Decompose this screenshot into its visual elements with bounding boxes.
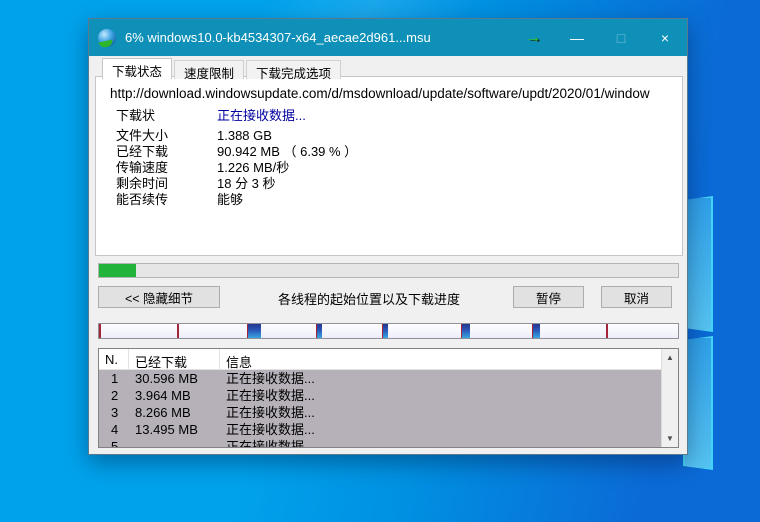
threads-caption: 各线程的起始位置以及下载进度	[229, 289, 509, 308]
minimize-button[interactable]: —	[555, 19, 599, 56]
cell-n: 5	[99, 438, 129, 448]
table-row-partial[interactable]: 5 正在接收数据...	[99, 438, 661, 448]
thread-progress-bar	[98, 323, 679, 339]
cell-n: 2	[99, 387, 129, 404]
window-title: 6% windows10.0-kb4534307-x64_aecae2d961.…	[125, 30, 525, 45]
tab-strip: 下载状态 速度限制 下载完成选项	[89, 58, 687, 79]
field-row-downloaded: 已经下载 90.942 MB （ 6.39 % ）	[116, 144, 357, 160]
table-row[interactable]: 4 13.495 MB 正在接收数据...	[99, 421, 661, 438]
overall-progress-fill	[99, 264, 136, 277]
thread-downloaded-block	[248, 324, 260, 338]
vertical-scrollbar[interactable]: ▲ ▼	[661, 349, 678, 447]
cell-downloaded: 13.495 MB	[129, 421, 220, 438]
field-value-downloaded: 90.942 MB （ 6.39 % ）	[217, 144, 357, 160]
close-button[interactable]: ×	[643, 19, 687, 56]
field-value-resume: 能够	[217, 192, 243, 208]
tab-speed-limit[interactable]: 速度限制	[174, 60, 244, 79]
titlebar[interactable]: 6% windows10.0-kb4534307-x64_aecae2d961.…	[89, 19, 687, 56]
pause-button[interactable]: 暂停	[513, 286, 584, 308]
cell-downloaded: 30.596 MB	[129, 370, 220, 387]
field-label: 能否续传	[116, 192, 217, 208]
desktop-wallpaper: 6% windows10.0-kb4534307-x64_aecae2d961.…	[0, 0, 760, 522]
thread-start-marker	[606, 324, 608, 338]
tab-on-completion[interactable]: 下载完成选项	[246, 60, 341, 79]
field-label: 文件大小	[116, 128, 217, 144]
table-row[interactable]: 2 3.964 MB 正在接收数据...	[99, 387, 661, 404]
cancel-button[interactable]: 取消	[601, 286, 672, 308]
cell-info: 正在接收数据...	[220, 404, 661, 421]
overall-progress-bar	[98, 263, 679, 278]
status-fields: 下载状 正在接收数据... 文件大小 1.388 GB 已经下载 90.942 …	[116, 108, 357, 208]
cell-info: 正在接收数据...	[220, 421, 661, 438]
cell-downloaded: 3.964 MB	[129, 387, 220, 404]
cell-n: 4	[99, 421, 129, 438]
field-value-filesize: 1.388 GB	[217, 128, 272, 144]
cell-n: 3	[99, 404, 129, 421]
download-status-page: http://download.windowsupdate.com/d/msdo…	[95, 76, 683, 256]
threads-table: N. 已经下载 信息 1 30.596 MB 正在接收数据... 2 3.964…	[98, 348, 679, 448]
threads-table-header: N. 已经下载 信息	[99, 349, 678, 370]
field-row-filesize: 文件大小 1.388 GB	[116, 128, 357, 144]
hide-details-button[interactable]: << 隐藏细节	[98, 286, 220, 308]
tab-download-status[interactable]: 下载状态	[102, 58, 172, 79]
field-label: 传输速度	[116, 160, 217, 176]
maximize-button[interactable]: □	[599, 19, 643, 56]
field-row-resume: 能否续传 能够	[116, 192, 357, 208]
thread-downloaded-block	[317, 324, 322, 338]
thread-downloaded-block	[462, 324, 470, 338]
field-value-timeleft: 18 分 3 秒	[217, 176, 276, 192]
cell-n: 1	[99, 370, 129, 387]
cell-info: 正在接收数据...	[220, 370, 661, 387]
thread-start-marker	[177, 324, 179, 338]
idm-globe-icon	[98, 29, 116, 47]
scroll-up-icon[interactable]: ▲	[662, 349, 678, 366]
cell-info: 正在接收数据...	[220, 387, 661, 404]
download-url: http://download.windowsupdate.com/d/msdo…	[110, 86, 670, 101]
field-label: 已经下载	[116, 144, 217, 160]
threads-table-body: 1 30.596 MB 正在接收数据... 2 3.964 MB 正在接收数据.…	[99, 370, 661, 447]
cell-info: 正在接收数据...	[220, 438, 661, 448]
thread-start-marker	[99, 324, 101, 338]
col-header-n: N.	[99, 349, 129, 369]
field-value-status: 正在接收数据...	[217, 108, 306, 124]
field-row-status: 下载状 正在接收数据...	[116, 108, 357, 124]
cell-downloaded: 8.266 MB	[129, 404, 220, 421]
green-arrow-icon: →	[525, 29, 541, 47]
col-header-info: 信息	[220, 349, 678, 369]
col-header-downloaded: 已经下载	[129, 349, 220, 369]
thread-downloaded-block	[533, 324, 540, 338]
table-row[interactable]: 1 30.596 MB 正在接收数据...	[99, 370, 661, 387]
field-value-speed: 1.226 MB/秒	[217, 160, 289, 176]
scroll-down-icon[interactable]: ▼	[662, 430, 678, 447]
field-row-timeleft: 剩余时间 18 分 3 秒	[116, 176, 357, 192]
field-row-speed: 传输速度 1.226 MB/秒	[116, 160, 357, 176]
thread-downloaded-block	[383, 324, 388, 338]
table-row[interactable]: 3 8.266 MB 正在接收数据...	[99, 404, 661, 421]
field-label: 下载状	[116, 108, 217, 124]
field-label: 剩余时间	[116, 176, 217, 192]
idm-download-dialog: 6% windows10.0-kb4534307-x64_aecae2d961.…	[88, 18, 688, 455]
cell-downloaded	[129, 438, 220, 448]
